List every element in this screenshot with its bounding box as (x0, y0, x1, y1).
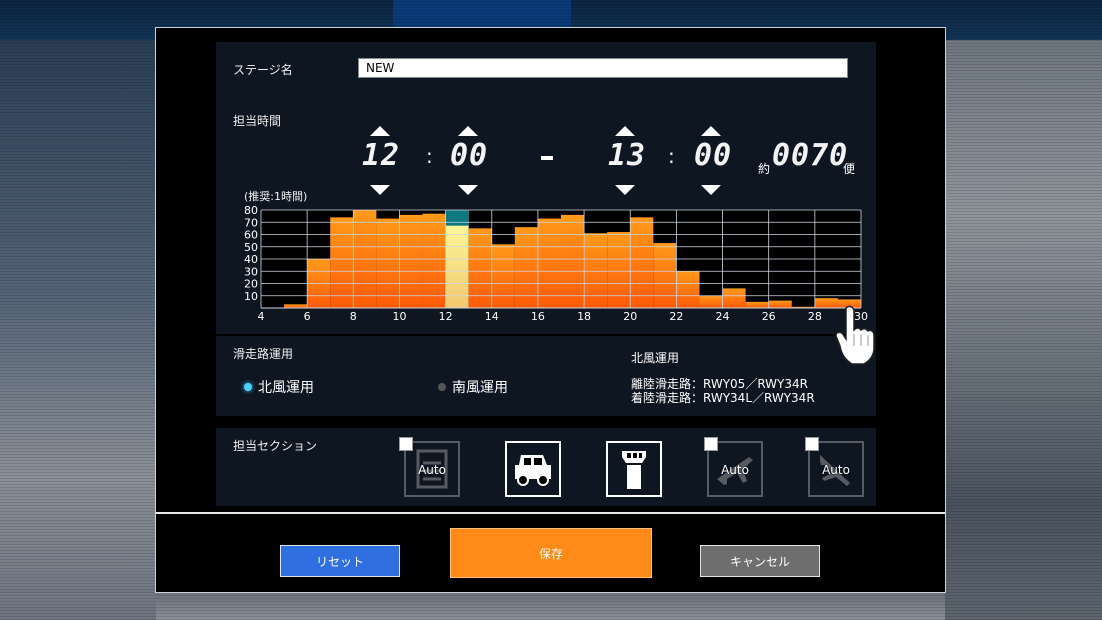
chart-bar (676, 271, 700, 308)
chart-bar (607, 232, 631, 308)
chart-bar (745, 301, 769, 308)
chart-bar (630, 217, 654, 308)
start-hour-digits: 12 (362, 138, 401, 173)
flights-prefix: 約 (758, 162, 771, 176)
selected-bar-cap (445, 210, 469, 226)
end-min-up-arrow-icon[interactable] (701, 126, 721, 136)
x-tick-label: 10 (392, 310, 406, 322)
flights-suffix: 便 (843, 162, 856, 176)
time-colon: : (668, 144, 675, 168)
x-tick-label: 22 (669, 310, 683, 322)
south-wind-radio[interactable]: 南風運用 (438, 377, 508, 397)
chart-bar (376, 218, 400, 308)
x-tick-label: 12 (439, 310, 453, 322)
radio-unselected-icon (438, 383, 446, 391)
x-tick-label: 8 (350, 310, 357, 322)
chart-bar (537, 218, 561, 308)
stage-edit-dialog: ステージ名 担当時間 12 : 00 13 : 00 約 0070 便 (推奨:… (155, 27, 946, 593)
x-tick-label: 24 (716, 310, 730, 322)
chart-bar (561, 214, 585, 308)
footer-divider (156, 512, 945, 514)
start-hour-up-arrow-icon[interactable] (370, 126, 390, 136)
end-hour-digits: 13 (608, 138, 647, 173)
stage-name-input[interactable] (358, 58, 848, 78)
chart-bar (284, 304, 308, 308)
cancel-button[interactable]: キャンセル (700, 545, 820, 577)
y-tick-label: 60 (244, 229, 258, 242)
north-wind-radio[interactable]: 北風運用 (244, 377, 314, 397)
end-min-digits: 00 (694, 138, 733, 173)
end-hour-up-arrow-icon[interactable] (615, 126, 635, 136)
takeoff-runways: 離陸滑走路：RWY05／RWY34R (631, 377, 808, 391)
ground-vehicle-icon (515, 455, 551, 486)
runway-label: 滑走路運用 (233, 347, 294, 361)
control-tower-icon (622, 451, 646, 489)
x-tick-label: 18 (577, 310, 591, 322)
auto-label: Auto (418, 463, 446, 477)
x-tick-label: 20 (623, 310, 637, 322)
start-min-digits: 00 (450, 138, 489, 173)
y-tick-label: 10 (244, 290, 258, 303)
hourly-flights-chart[interactable]: 10203040506070804 6 8 10 12 14 16 18 20 22 24 26 28 3… (241, 186, 871, 322)
section-label: 担当セクション (233, 439, 318, 453)
south-wind-radio-label: 南風運用 (452, 380, 508, 396)
x-tick-label: 26 (762, 310, 776, 322)
radio-selected-icon (244, 383, 252, 391)
north-wind-radio-label: 北風運用 (258, 380, 314, 396)
chart-bar (722, 288, 746, 308)
chart-bar (699, 295, 723, 308)
approach-checkbox[interactable] (805, 437, 819, 451)
x-tick-label: 4 (258, 310, 265, 322)
section-tower[interactable] (606, 441, 662, 497)
reset-button[interactable]: リセット (280, 545, 400, 577)
runway-mode-title: 北風運用 (631, 351, 680, 365)
y-tick-label: 70 (244, 216, 258, 229)
flights-count: 0070 (772, 138, 849, 173)
time-label: 担当時間 (233, 114, 282, 128)
chart-bar (330, 217, 354, 308)
range-dash (541, 156, 553, 160)
chart-bar (584, 233, 608, 308)
section-ground[interactable] (505, 441, 561, 497)
x-tick-label: 6 (304, 310, 311, 322)
chart-bar (422, 213, 446, 308)
x-tick-label: 28 (808, 310, 822, 322)
chart-bar (491, 244, 515, 308)
y-tick-label: 30 (244, 265, 258, 278)
time-colon: : (426, 144, 433, 168)
y-tick-label: 20 (244, 278, 258, 291)
save-button[interactable]: 保存 (450, 528, 652, 578)
chart-bar (399, 214, 423, 308)
auto-label: Auto (822, 463, 850, 477)
chart-bar (653, 243, 677, 308)
y-tick-label: 80 (244, 204, 258, 217)
y-tick-label: 40 (244, 253, 258, 266)
x-tick-label: 16 (531, 310, 545, 322)
start-min-up-arrow-icon[interactable] (458, 126, 478, 136)
x-tick-label: 14 (485, 310, 499, 322)
hand-pointer-icon (835, 305, 875, 365)
y-tick-label: 50 (244, 241, 258, 254)
stage-name-label: ステージ名 (233, 63, 293, 77)
delivery-checkbox[interactable] (399, 437, 413, 451)
chart-bar (768, 300, 792, 308)
auto-label: Auto (721, 463, 749, 477)
landing-runways: 着陸滑走路：RWY34L／RWY34R (631, 391, 815, 405)
departure-checkbox[interactable] (704, 437, 718, 451)
